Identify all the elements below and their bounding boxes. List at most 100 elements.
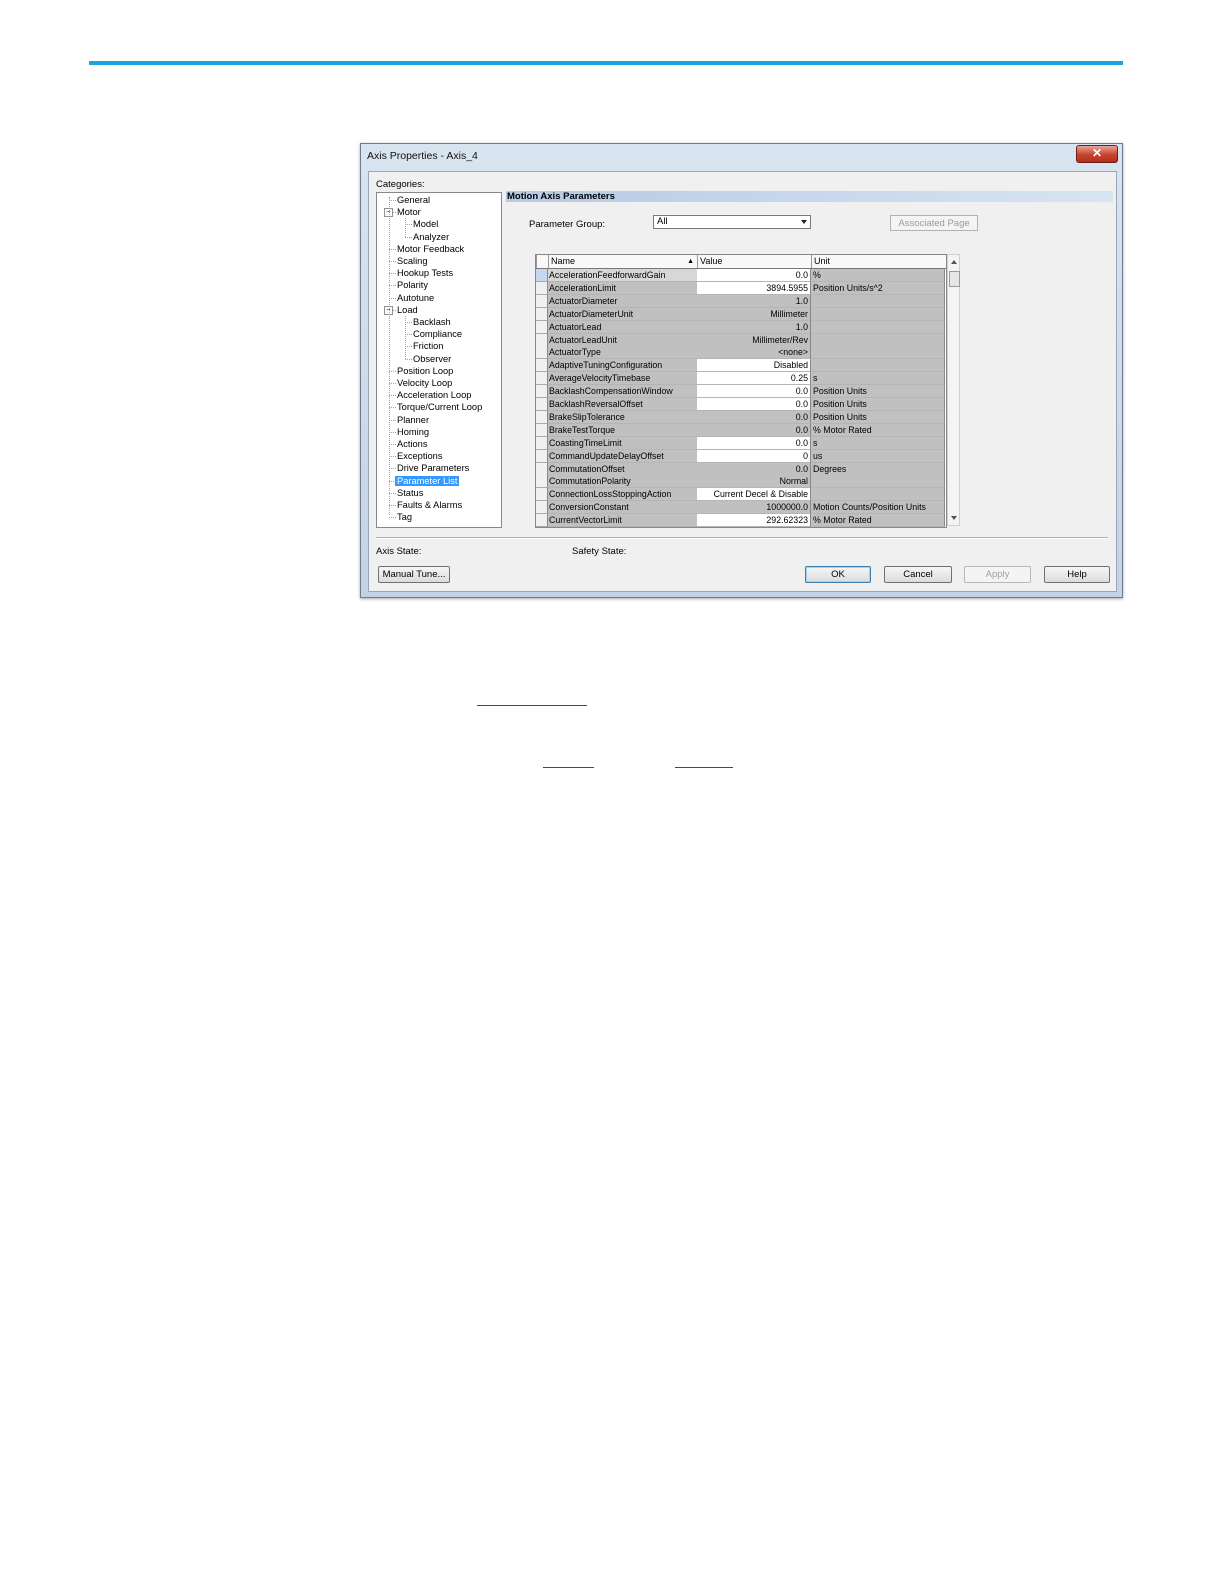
category-item[interactable]: Torque/Current Loop [397,401,482,413]
cell-value[interactable]: 0.0 [697,385,811,399]
category-item[interactable]: Backlash [413,316,451,328]
cell-value[interactable]: 292.62323 [697,514,811,527]
scroll-up-icon[interactable] [951,260,957,264]
category-item[interactable]: Planner [397,414,429,426]
row-selector[interactable] [536,294,548,308]
table-row[interactable]: ConnectionLossStoppingAction Current Dece… [536,488,946,502]
category-item[interactable]: Observer [413,353,451,365]
category-item[interactable]: Homing [397,426,429,438]
cancel-button[interactable]: Cancel [884,566,952,583]
table-row[interactable]: BacklashCompensationWindow 0.0 Position Un… [536,385,946,399]
row-selector[interactable] [536,514,548,527]
category-item[interactable]: Polarity [397,279,428,291]
row-selector[interactable] [536,501,548,515]
hyperlink-underline[interactable] [675,767,733,768]
row-selector[interactable] [536,423,548,437]
table-row[interactable]: ActuatorDiameterUnit Millimeter [536,307,946,321]
row-selector[interactable] [536,281,548,295]
cell-value[interactable]: Millimeter/Rev [697,333,811,347]
row-selector[interactable] [536,436,548,450]
row-selector[interactable] [536,372,548,386]
category-item[interactable]: Drive Parameters [397,462,469,474]
associated-page-button[interactable]: Associated Page [890,215,978,231]
row-selector[interactable] [536,307,548,321]
cell-value[interactable]: 1000000.0 [697,501,811,515]
cell-value[interactable]: 0.0 [697,269,811,282]
category-item[interactable]: Scaling [397,255,428,267]
parameter-group-select[interactable]: All [653,215,811,229]
category-item[interactable]: Exceptions [397,450,442,462]
table-row[interactable]: CommandUpdateDelayOffset 0 us [536,449,946,463]
table-row[interactable]: BrakeTestTorque 0.0% Motor Rated [536,423,946,437]
manual-tune-button[interactable]: Manual Tune... [378,566,450,583]
category-item[interactable]: Motor Feedback [397,243,464,255]
category-item[interactable]: Acceleration Loop [397,389,471,401]
category-item[interactable]: Load [397,304,418,316]
help-button[interactable]: Help [1044,566,1110,583]
cell-value[interactable]: 0.0 [697,423,811,437]
row-selector[interactable] [536,475,548,489]
table-row[interactable]: AccelerationFeedforwardGain 0.0% [536,269,946,282]
cell-value[interactable]: 0.0 [697,462,811,476]
category-item[interactable]: Tag [397,511,412,523]
cell-value[interactable]: 1.0 [697,294,811,308]
table-row[interactable]: CoastingTimeLimit 0.0 s [536,436,946,450]
category-item[interactable]: General [397,194,430,206]
category-item[interactable]: Model [413,218,438,230]
cell-value[interactable]: Millimeter [697,307,811,321]
cell-value[interactable]: 0.0 [697,398,811,411]
table-row[interactable]: AdaptiveTuningConfiguration Disabled [536,359,946,373]
scroll-down-icon[interactable] [951,516,957,520]
cell-value[interactable]: 0.0 [697,436,811,450]
category-item[interactable]: Velocity Loop [397,377,452,389]
category-item[interactable]: Analyzer [413,231,449,243]
table-row[interactable]: CurrentVectorLimit 292.62323% Motor Rated [536,514,946,527]
title-bar[interactable]: Axis Properties - Axis_4 ✕ [361,144,1122,168]
category-item[interactable]: Parameter List [395,475,460,487]
row-selector[interactable] [536,346,548,360]
hyperlink-underline[interactable] [543,767,594,768]
table-row[interactable]: CommutationOffset 0.0 Degrees [536,462,946,476]
grid-scrollbar[interactable] [947,254,960,526]
categories-tree[interactable]: General Motor − Model Analyzer Motor Feedback… [376,192,502,528]
category-item[interactable]: Position Loop [397,365,453,377]
cell-value[interactable]: Disabled [697,359,811,373]
category-item[interactable]: Friction [413,340,443,352]
cell-value[interactable]: 0.25 [697,372,811,386]
cell-value[interactable]: Current Decel & Disable [697,488,811,502]
table-row[interactable]: ConversionConstant 1000000.0 Motion Counts… [536,501,946,515]
category-item[interactable]: Motor [397,206,421,218]
row-selector[interactable] [536,410,548,424]
cell-value[interactable]: 0 [697,449,811,463]
category-item[interactable]: Autotune [397,292,434,304]
category-item[interactable]: Status [397,487,423,499]
row-selector[interactable] [536,398,548,411]
close-button[interactable]: ✕ [1076,145,1118,163]
cell-value[interactable]: 0.0 [697,410,811,424]
category-item[interactable]: Hookup Tests [397,267,453,279]
category-item[interactable]: Compliance [413,328,462,340]
category-item[interactable]: Actions [397,438,428,450]
hyperlink-underline[interactable] [477,705,587,706]
ok-button[interactable]: OK [805,566,871,583]
row-selector[interactable] [536,385,548,399]
column-header-name[interactable]: Name ▲ [548,255,697,268]
cell-value[interactable]: <none> [697,346,811,360]
cell-value[interactable]: 1.0 [697,320,811,334]
column-header-unit[interactable]: Unit [811,255,946,268]
table-row[interactable]: ActuatorLeadUnit Millimeter/Rev [536,333,946,347]
row-selector[interactable] [536,449,548,463]
row-selector[interactable] [536,333,548,347]
column-header-value[interactable]: Value [697,255,811,268]
cell-value[interactable]: 3894.5955 [697,281,811,295]
table-row[interactable]: AccelerationLimit 3894.5955 Position Units… [536,281,946,295]
table-row[interactable]: ActuatorDiameter 1.0 [536,294,946,308]
category-item[interactable]: Faults & Alarms [397,499,462,511]
scroll-thumb[interactable] [949,271,960,287]
table-row[interactable]: BacklashReversalOffset 0.0 Position Units [536,398,946,411]
table-row[interactable]: ActuatorLead 1.0 [536,320,946,334]
apply-button[interactable]: Apply [964,566,1031,583]
table-row[interactable]: BrakeSlipTolerance 0.0 Position Units [536,410,946,424]
cell-value[interactable]: Normal [697,475,811,489]
parameter-grid[interactable]: Name ▲ Value Unit AccelerationFeedforwar… [535,254,947,528]
